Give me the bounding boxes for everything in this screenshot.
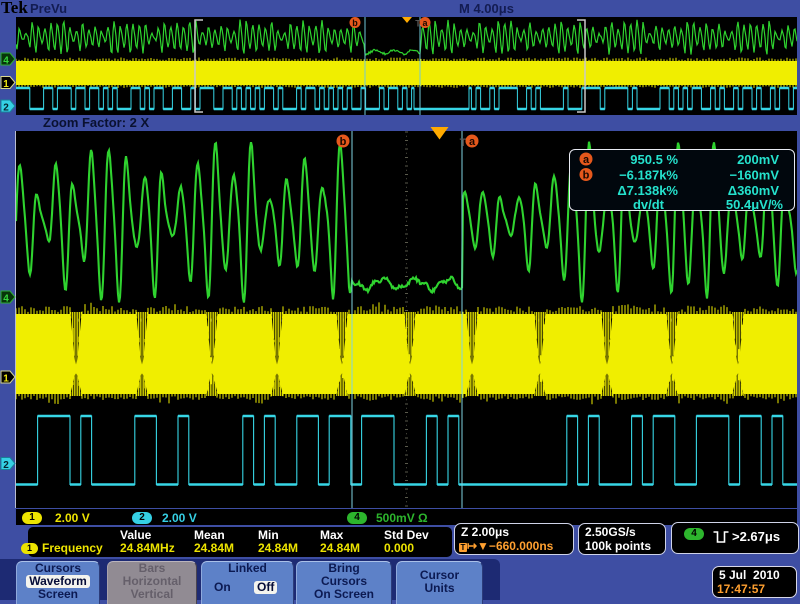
svg-text:4: 4 (3, 56, 9, 67)
svg-text:a: a (583, 154, 590, 166)
svg-text:b: b (352, 18, 358, 28)
svg-text:50.4μV/%: 50.4μV/% (726, 197, 784, 211)
svg-text:1: 1 (3, 79, 9, 90)
svg-text:4: 4 (3, 294, 9, 305)
svg-text:Δ7.138k%: Δ7.138k% (617, 183, 678, 198)
svg-text:1: 1 (3, 374, 9, 385)
svg-text:−6.187k%: −6.187k% (619, 168, 678, 183)
svg-text:T: T (460, 137, 467, 149)
svg-text:2: 2 (3, 103, 9, 114)
svg-text:a: a (469, 136, 476, 148)
svg-text:200mV: 200mV (737, 152, 779, 167)
svg-text:Δ360mV: Δ360mV (728, 183, 780, 198)
svg-text:−160mV: −160mV (729, 168, 779, 183)
svg-text:b: b (583, 170, 590, 182)
svg-text:b: b (340, 136, 347, 148)
svg-text:dv/dt: dv/dt (633, 197, 665, 211)
svg-text:2: 2 (3, 460, 9, 471)
svg-text:950.5 %: 950.5 % (630, 152, 678, 167)
